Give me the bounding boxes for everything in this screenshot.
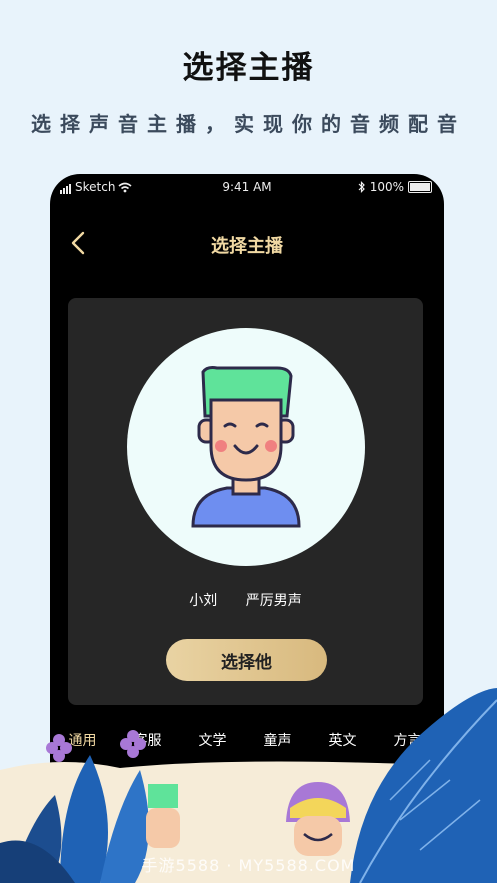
anchor-name: 小刘: [189, 593, 218, 609]
avatar[interactable]: [127, 328, 365, 566]
anchor-card: 小刘 严厉男声 选择他: [68, 298, 423, 705]
bluetooth-icon: [358, 181, 365, 193]
battery-percent: 100%: [369, 180, 404, 194]
tab-english[interactable]: 英文: [310, 730, 375, 754]
tab-child-voice[interactable]: 童声: [245, 730, 310, 754]
promo-headline: 选择主播: [182, 50, 315, 86]
nav-bar: 选择主播: [50, 224, 444, 264]
anchor-voice-type: 严厉男声: [245, 593, 302, 609]
boy-avatar-illustration: [191, 366, 301, 528]
phone-screen: Sketch 9:41 AM 100% 选择主播 小刘 严厉男声 选择他 通用 …: [50, 174, 444, 883]
page-title: 选择主播: [211, 236, 283, 257]
tab-literature[interactable]: 文学: [180, 730, 245, 754]
promo-subheadline: 选择声音主播，实现你的音频配音: [31, 112, 466, 136]
tab-general[interactable]: 通用: [50, 730, 115, 754]
battery-icon: [408, 181, 432, 193]
watermark-text: 手游5588 · MY5588.COM: [141, 856, 356, 875]
tab-dialect[interactable]: 方言: [375, 730, 440, 754]
tab-customer-service[interactable]: 客服: [115, 730, 180, 754]
anchor-info: 小刘 严厉男声: [68, 590, 423, 610]
select-anchor-button[interactable]: 选择他: [166, 639, 327, 681]
category-tabs: 通用 客服 文学 童声 英文 方言: [50, 730, 444, 754]
status-bar: Sketch 9:41 AM 100%: [50, 174, 444, 200]
